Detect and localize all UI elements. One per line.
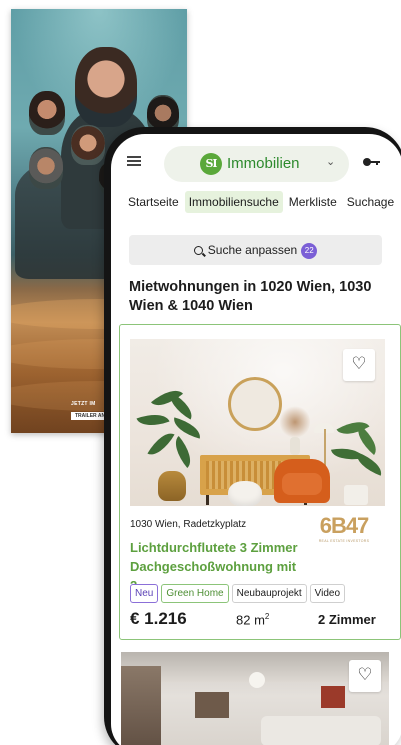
search-icon <box>193 246 203 255</box>
listing-card-2-photo[interactable]: ♡ <box>121 652 389 745</box>
tab-immobiliensuche[interactable]: Immobiliensuche <box>184 191 283 213</box>
app-header: SI Immobilien ⌄ <box>111 134 401 186</box>
listing-rooms: 2 Zimmer <box>318 612 376 627</box>
tag-green-home: Green Home <box>161 584 229 603</box>
filter-count-badge: 22 <box>301 243 318 259</box>
chevron-down-icon: ⌄ <box>326 155 336 168</box>
poster-cta-text: JETZT IM <box>71 401 96 407</box>
listing-tags: Neu Green Home Neubauprojekt Video <box>130 581 348 603</box>
key-icon[interactable] <box>363 158 381 166</box>
phone-frame: SI Immobilien ⌄ Startseite Immobiliensuch… <box>104 127 401 745</box>
phone-screen: SI Immobilien ⌄ Startseite Immobiliensuch… <box>111 134 401 745</box>
tag-neu: Neu <box>130 584 159 603</box>
tab-startseite[interactable]: Startseite <box>124 191 183 213</box>
listing-address: 1030 Wien, Radetzkyplatz <box>130 519 247 530</box>
tab-merkliste[interactable]: Merkliste <box>285 191 341 213</box>
listing-area: 82 m2 <box>236 612 270 628</box>
listing-card[interactable]: ♡ 1030 Wien, Radetzkyplatz 6B47 REAL EST… <box>119 324 401 640</box>
hamburger-menu-icon[interactable] <box>127 156 141 166</box>
listing-price: € 1.216 <box>130 609 187 628</box>
tab-bar: Startseite Immobiliensuche Merkliste Suchag… <box>124 191 400 215</box>
tag-neubauprojekt: Neubauprojekt <box>231 584 307 603</box>
agency-logo: 6B47 REAL ESTATE INVESTORS <box>318 513 370 543</box>
tab-suchagent[interactable]: Suchage <box>343 191 398 213</box>
brand-switcher[interactable]: SI Immobilien ⌄ <box>164 146 349 182</box>
page-title: Mietwohnungen in 1020 Wien, 1030 Wien & … <box>129 279 372 314</box>
tag-video: Video <box>309 584 346 603</box>
listing-photo[interactable]: ♡ <box>130 339 385 506</box>
adjust-search-button[interactable]: Suche anpassen 22 <box>129 235 382 265</box>
brand-name: Immobilien <box>227 155 300 172</box>
search-label: Suche anpassen <box>207 243 298 257</box>
brand-logo-icon: SI <box>200 153 222 175</box>
favorite-heart-icon[interactable]: ♡ <box>349 660 381 692</box>
favorite-heart-icon[interactable]: ♡ <box>343 349 375 381</box>
